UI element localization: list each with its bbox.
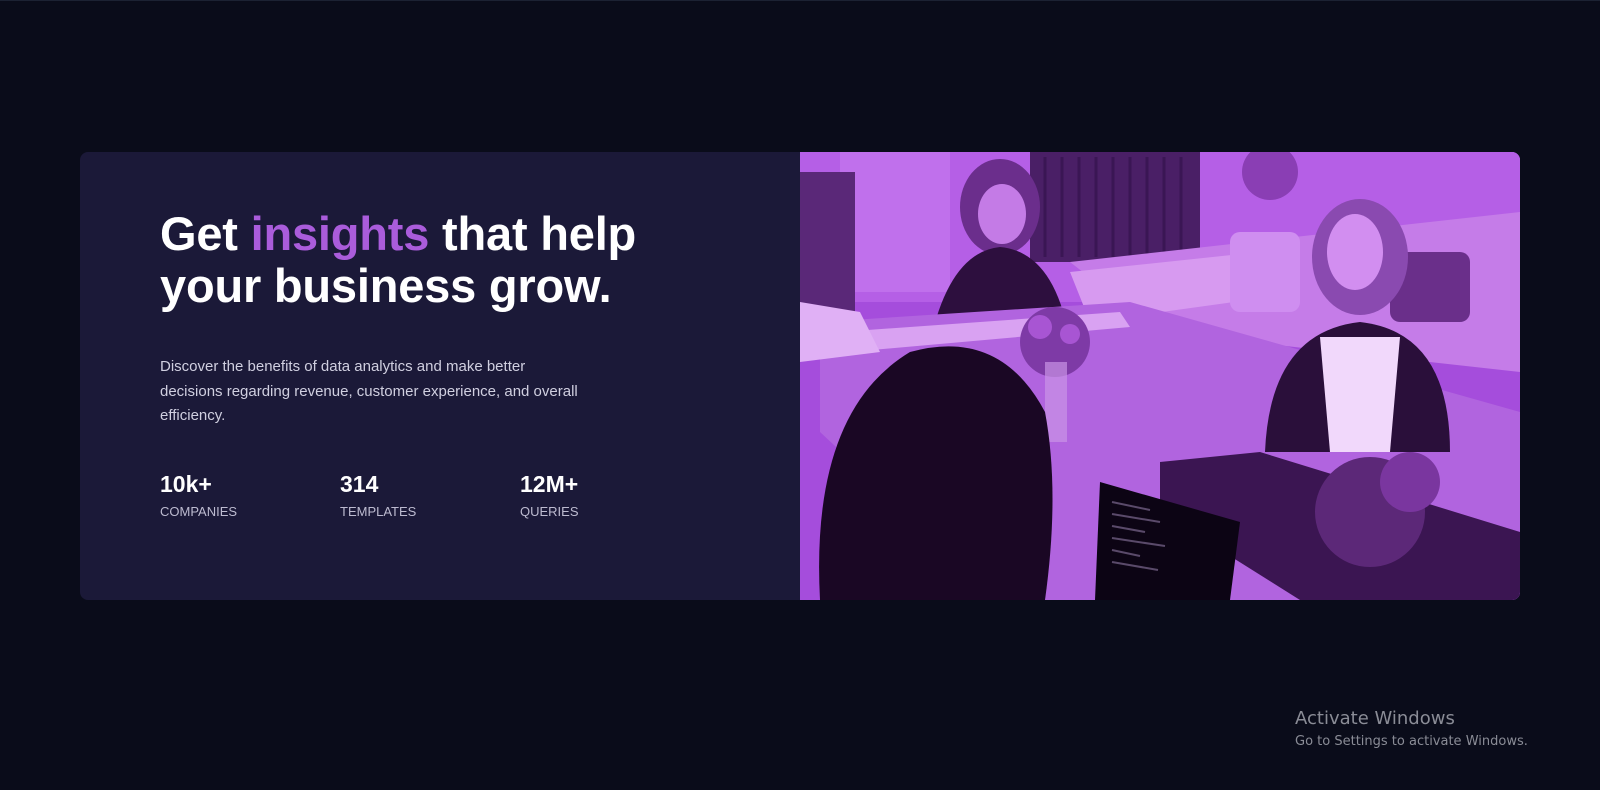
stat-label: TEMPLATES: [340, 504, 417, 519]
hero-card: Get insights that help your business gro…: [80, 152, 1520, 600]
stats-row: 10k+ COMPANIES 314 TEMPLATES 12M+ QUERIE…: [160, 470, 700, 520]
stat-queries: 12M+ QUERIES: [520, 470, 700, 520]
stat-value: 314: [340, 471, 379, 497]
stat-value: 10k+: [160, 471, 212, 497]
office-team-photo: [800, 152, 1520, 600]
hero-content: Get insights that help your business gro…: [80, 152, 800, 600]
stat-templates: 314 TEMPLATES: [340, 470, 520, 520]
stat-value: 12M+: [520, 471, 579, 497]
hero-image: [800, 152, 1520, 600]
hero-description: Discover the benefits of data analytics …: [160, 358, 578, 424]
headline-accent-word: insights: [250, 207, 430, 260]
hero-headline: Get insights that help your business gro…: [160, 208, 680, 312]
windows-activation-watermark: Activate Windows Go to Settings to activ…: [1295, 707, 1528, 751]
stat-companies: 10k+ COMPANIES: [160, 470, 340, 520]
stat-label: COMPANIES: [160, 504, 238, 519]
stat-label: QUERIES: [520, 504, 579, 519]
watermark-subtitle: Go to Settings to activate Windows.: [1295, 734, 1528, 749]
headline-text-start: Get: [160, 207, 251, 260]
watermark-title: Activate Windows: [1295, 708, 1455, 729]
